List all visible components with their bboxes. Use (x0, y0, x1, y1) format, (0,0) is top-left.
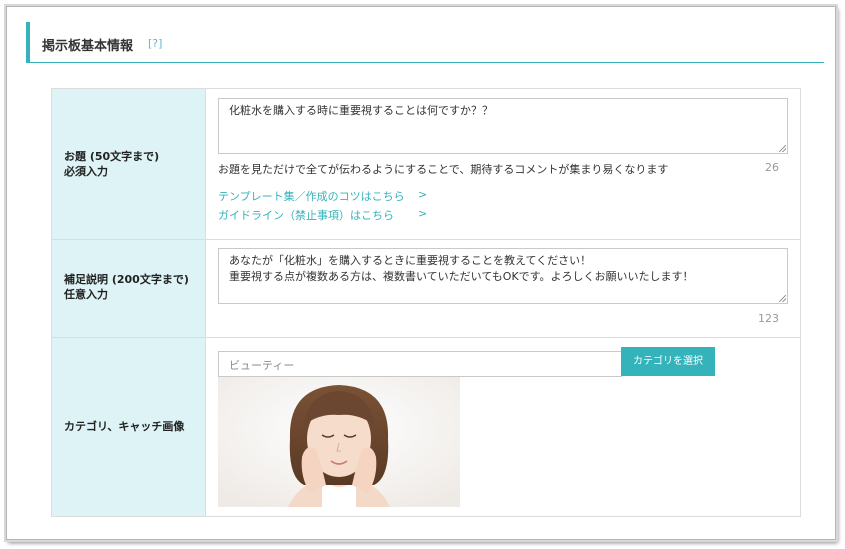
resize-handle[interactable] (779, 295, 786, 302)
category-label: カテゴリ、キャッチ画像 (64, 420, 185, 433)
description-optional-label: 任意入力 (64, 288, 108, 301)
chevron-right-icon: > (418, 207, 428, 220)
description-text-line2: 重要視する点が複数ある方は、複数書いていただいてもOKです。よろしくお願いいたし… (229, 270, 694, 283)
topic-textarea[interactable]: 化粧水を購入する時に重要視することは何ですか？？ (218, 98, 788, 154)
category-input[interactable]: ビューティー (218, 351, 622, 377)
description-label: 補足説明 (200文字まで) (64, 273, 189, 286)
select-category-button[interactable]: カテゴリを選択 (621, 347, 715, 376)
template-link[interactable]: テンプレート集／作成のコツはこちら > (218, 188, 438, 204)
portrait-photo (218, 377, 460, 507)
section-title: 掲示板基本情報 (42, 39, 134, 54)
catch-image[interactable] (218, 377, 460, 507)
topic-text: 化粧水を購入する時に重要視することは何ですか？？ (229, 104, 493, 117)
guideline-link[interactable]: ガイドライン（禁止事項）はこちら > (218, 207, 438, 223)
topic-char-count: 26 (765, 161, 779, 174)
basic-info-form: お題 (50文字まで) 必須入力 補足説明 (200文字まで) 任意入力 カテゴ… (51, 88, 801, 517)
description-char-count: 123 (758, 312, 779, 325)
topic-required-label: 必須入力 (64, 165, 108, 178)
category-label-cell: カテゴリ、キャッチ画像 (52, 338, 206, 516)
resize-handle[interactable] (779, 145, 786, 152)
help-link[interactable]: [?] (148, 37, 162, 50)
chevron-right-icon: > (418, 188, 428, 201)
description-label-cell: 補足説明 (200文字まで) 任意入力 (52, 240, 206, 337)
topic-label: お題 (50文字まで) (64, 150, 160, 163)
section-header: 掲示板基本情報 [?] (26, 22, 824, 63)
description-textarea[interactable]: あなたが「化粧水」を購入するときに重要視することを教えてください！ 重要視する点… (218, 248, 788, 304)
description-text-line1: あなたが「化粧水」を購入するときに重要視することを教えてください！ (229, 254, 592, 267)
topic-label-cell: お題 (50文字まで) 必須入力 (52, 89, 206, 239)
topic-hint: お題を見ただけで全てが伝わるようにすることで、期待するコメントが集まり易くなりま… (218, 163, 669, 176)
